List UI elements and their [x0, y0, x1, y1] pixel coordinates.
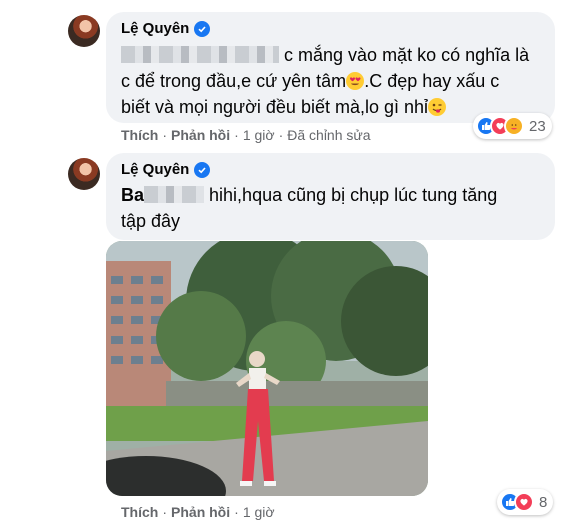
- reply-button[interactable]: Phản hồi: [171, 127, 230, 143]
- edited-label: Đã chỉnh sửa: [287, 127, 371, 143]
- heart-eyes-emoji-icon: [346, 72, 365, 90]
- comment-actions: Thích · Phản hồi · 1 giờ · Đã chỉnh sửa: [121, 127, 371, 143]
- reply-button[interactable]: Phản hồi: [171, 504, 230, 520]
- reaction-count: 8: [539, 493, 548, 511]
- timestamp[interactable]: 1 giờ: [243, 504, 275, 520]
- reaction-summary[interactable]: 8: [497, 489, 554, 515]
- comment-text: Ba hihi,hqua cũng bị chụp lúc tung tăng …: [121, 185, 498, 231]
- care-icon: [504, 116, 524, 136]
- comment-author[interactable]: Lệ Quyên: [121, 161, 211, 178]
- comment-actions: Thích · Phản hồi · 1 giờ: [121, 504, 275, 520]
- like-button[interactable]: Thích: [121, 504, 158, 520]
- winking-tongue-emoji-icon: [428, 98, 447, 116]
- verified-badge-icon: [194, 20, 211, 37]
- author-name[interactable]: Lệ Quyên: [121, 20, 189, 37]
- redacted-mention: [121, 46, 279, 63]
- comment-author[interactable]: Lệ Quyên: [121, 20, 211, 37]
- reaction-summary[interactable]: 23: [473, 113, 552, 139]
- author-name[interactable]: Lệ Quyên: [121, 161, 189, 178]
- reaction-count: 23: [529, 117, 546, 135]
- comment-text: c mắng vào mặt ko có nghĩa là c để trong…: [121, 45, 530, 117]
- timestamp[interactable]: 1 giờ: [243, 127, 275, 143]
- photo-content: [106, 241, 428, 496]
- verified-badge-icon: [194, 161, 211, 178]
- commenter-avatar[interactable]: [68, 158, 100, 190]
- comment-photo[interactable]: [106, 241, 428, 496]
- redacted-mention: [144, 186, 205, 203]
- love-icon: [514, 492, 534, 512]
- commenter-avatar[interactable]: [68, 15, 100, 47]
- like-button[interactable]: Thích: [121, 127, 158, 143]
- tagged-user-partial[interactable]: Ba: [121, 185, 144, 205]
